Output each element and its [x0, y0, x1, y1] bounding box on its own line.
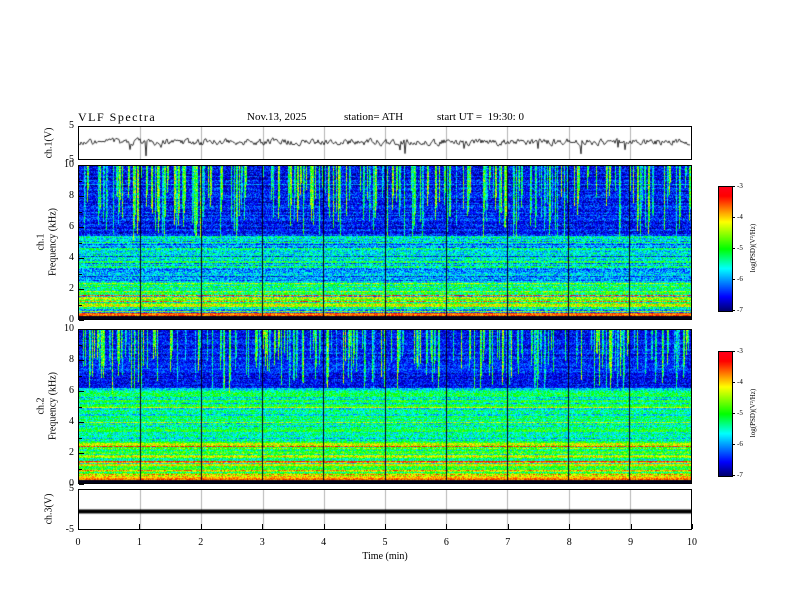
colorbar-tick-mark [732, 475, 735, 476]
x-tick-label: 8 [566, 537, 572, 548]
freq-tick-mark [79, 391, 84, 392]
x-tick-mark [323, 524, 325, 529]
x-tick-mark [692, 524, 693, 529]
freq-tick-mark [79, 196, 84, 197]
colorbar-tick-label: -7 [737, 306, 743, 314]
x-tick-mark [385, 524, 386, 529]
x-tick-label: 1 [136, 537, 142, 548]
figure-title: VLF Spectra [78, 110, 157, 124]
colorbar-tick-label: -3 [737, 182, 743, 190]
freq-tick-mark [79, 422, 84, 423]
x-tick-label: 4 [321, 537, 327, 548]
colorbar-tick-label: -4 [737, 213, 743, 221]
colorbar-tick-label: -7 [737, 471, 743, 479]
freq-minor-tick-mark [79, 375, 82, 377]
freq-tick-mark [79, 320, 84, 321]
freq-tick-mark [79, 484, 84, 485]
colorbar-tick-mark [732, 186, 735, 187]
ch3-voltage-axis-label: ch.3(V) [43, 493, 55, 525]
colorbar-tick-label: -3 [737, 347, 743, 355]
x-tick-label: 2 [198, 537, 204, 548]
freq-tick-label: 8 [69, 190, 74, 201]
x-tick-mark [446, 524, 448, 529]
vlf-spectra-figure: VLF Spectra Nov.13, 2025 station= ATH st… [0, 0, 792, 612]
voltage-tick-label: -5 [65, 154, 74, 165]
ch1-voltage-axis-label: ch.1(V) [43, 127, 55, 159]
x-tick-mark [507, 524, 509, 529]
x-tick-label: 9 [628, 537, 634, 548]
freq-minor-tick-mark [79, 437, 82, 439]
ch2-channel-label: ch.2 [35, 397, 47, 415]
colorbar-tick-mark [732, 444, 735, 445]
ch2-colorbar [718, 351, 733, 477]
voltage-tick-label: -5 [65, 524, 74, 535]
ch1-colorbar-label: log(PSD)(V²/Hz) [749, 223, 757, 273]
ch1-frequency-axis-label: Frequency (kHz) [47, 207, 59, 277]
freq-tick-label: 2 [69, 447, 74, 458]
ch1-waveform-canvas [79, 127, 691, 159]
x-axis-label: Time (min) [362, 551, 408, 562]
ch1-spectrogram-panel [78, 165, 692, 320]
x-tick-mark [630, 524, 632, 529]
colorbar-tick-label: -6 [737, 275, 743, 283]
freq-tick-label: 4 [69, 252, 74, 263]
ch2-frequency-axis-label: Frequency (kHz) [47, 371, 59, 441]
colorbar-tick-mark [732, 217, 735, 218]
x-tick-label: 0 [75, 537, 81, 548]
colorbar-tick-mark [732, 351, 735, 352]
x-tick-mark [200, 524, 202, 529]
freq-minor-tick-mark [79, 211, 82, 213]
x-tick-label: 6 [443, 537, 449, 548]
freq-tick-label: 4 [69, 416, 74, 427]
colorbar-tick-mark [732, 310, 735, 311]
colorbar-tick-label: -4 [737, 378, 743, 386]
freq-tick-mark [79, 258, 84, 259]
voltage-tick-label: 5 [69, 483, 74, 494]
ch2-spectrogram-canvas [79, 330, 691, 483]
freq-tick-mark [79, 329, 84, 330]
colorbar-tick-label: -5 [737, 409, 743, 417]
x-tick-mark [569, 524, 571, 529]
x-tick-label: 10 [687, 537, 697, 548]
freq-minor-tick-mark [79, 304, 82, 306]
figure-station: station= ATH [344, 111, 404, 123]
ch1-colorbar [718, 186, 733, 312]
colorbar-tick-mark [732, 279, 735, 280]
freq-tick-label: 2 [69, 283, 74, 294]
colorbar-tick-mark [732, 248, 735, 249]
figure-start-ut: start UT = 19:30: 0 [437, 111, 524, 123]
freq-minor-tick-mark [79, 180, 82, 182]
ch1-voltage-panel [78, 126, 692, 160]
freq-minor-tick-mark [79, 344, 82, 346]
ch1-spectrogram-canvas [79, 166, 691, 319]
figure-date: Nov.13, 2025 [247, 111, 307, 123]
voltage-tick-label: 5 [69, 120, 74, 131]
colorbar-tick-mark [732, 382, 735, 383]
freq-tick-mark [79, 360, 84, 361]
freq-tick-mark [79, 453, 84, 454]
freq-tick-label: 8 [69, 354, 74, 365]
freq-tick-label: 10 [64, 323, 74, 334]
x-tick-mark [139, 524, 141, 529]
freq-tick-label: 6 [69, 221, 74, 232]
freq-tick-mark [79, 227, 84, 228]
x-tick-label: 5 [382, 537, 388, 548]
x-tick-mark [262, 524, 264, 529]
colorbar-tick-label: -6 [737, 440, 743, 448]
freq-tick-mark [79, 165, 84, 166]
ch2-colorbar-label: log(PSD)(V²/Hz) [749, 388, 757, 438]
freq-minor-tick-mark [79, 242, 82, 244]
x-tick-mark [78, 524, 79, 529]
freq-tick-mark [79, 289, 84, 290]
x-tick-label: 3 [259, 537, 265, 548]
x-tick-label: 7 [505, 537, 511, 548]
colorbar-tick-label: -5 [737, 244, 743, 252]
freq-minor-tick-mark [79, 273, 82, 275]
ch2-spectrogram-panel [78, 329, 692, 484]
colorbar-tick-mark [732, 413, 735, 414]
freq-minor-tick-mark [79, 468, 82, 470]
freq-tick-label: 6 [69, 385, 74, 396]
ch1-channel-label: ch.1 [35, 233, 47, 251]
freq-minor-tick-mark [79, 406, 82, 408]
